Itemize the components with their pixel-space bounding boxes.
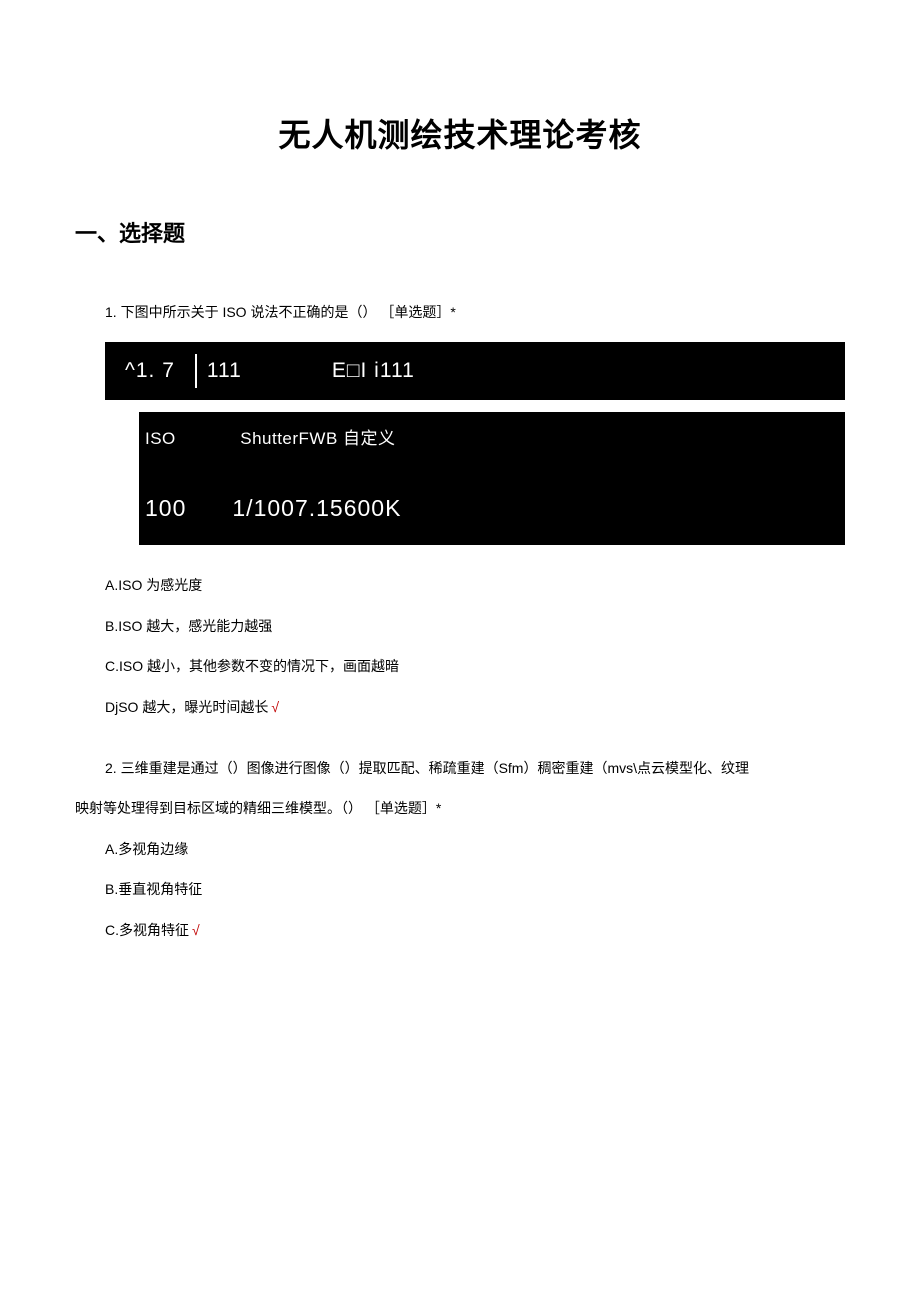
figure-row3-val1: 100 — [145, 485, 225, 531]
q1-option-c: C.ISO 越小，其他参数不变的情况下，画面越暗 — [75, 646, 845, 687]
question-1: 1. 下图中所示关于 ISO 说法不正确的是（） ［单选题］* ^1. 7 11… — [75, 293, 845, 728]
figure-row1-seg2: 111 — [207, 350, 242, 392]
q2-option-c-text: C.多视角特征 — [105, 922, 189, 938]
figure-row2-rest: ShutterFWB 自定义 — [240, 429, 395, 448]
question-1-figure: ^1. 7 111 E□I i111 ISO ShutterFWB 自定义 10… — [105, 342, 845, 545]
q2-option-b: B.垂直视角特征 — [75, 869, 845, 910]
question-2-line1: 2. 三维重建是通过（）图像进行图像（）提取匹配、稀疏重建（Sfm）稠密重建（m… — [75, 748, 845, 789]
check-mark-icon: √ — [192, 922, 200, 938]
q1-option-d: DjSO 越大，曝光时间越长√ — [75, 687, 845, 728]
q2-option-a: A.多视角边缘 — [75, 829, 845, 870]
q1-option-d-text: DjSO 越大，曝光时间越长 — [105, 699, 268, 715]
check-mark-icon: √ — [271, 699, 279, 715]
document-title: 无人机测绘技术理论考核 — [75, 110, 845, 156]
figure-row1-seg3: E□I i111 — [332, 350, 415, 392]
question-2: 2. 三维重建是通过（）图像进行图像（）提取匹配、稀疏重建（Sfm）稠密重建（m… — [75, 748, 845, 951]
figure-row-2: ISO ShutterFWB 自定义 — [139, 412, 845, 460]
figure-row1-seg1: ^1. 7 — [125, 350, 175, 392]
figure-row-3: 100 1/1007.15600K — [139, 460, 845, 545]
q1-option-b: B.ISO 越大，感光能力越强 — [75, 606, 845, 647]
figure-divider — [195, 354, 197, 388]
question-2-line2: 映射等处理得到目标区域的精细三维模型。（） ［单选题］* — [75, 788, 845, 829]
figure-row-1: ^1. 7 111 E□I i111 — [105, 342, 845, 400]
figure-row2-iso: ISO — [145, 422, 235, 456]
question-1-text: 1. 下图中所示关于 ISO 说法不正确的是（） ［单选题］* — [75, 293, 845, 332]
section-heading: 一、选择题 — [75, 216, 845, 248]
figure-row3-val2: 1/1007.15600K — [232, 495, 401, 521]
q2-option-c: C.多视角特征√ — [75, 910, 845, 951]
q1-option-a: A.ISO 为感光度 — [75, 565, 845, 606]
